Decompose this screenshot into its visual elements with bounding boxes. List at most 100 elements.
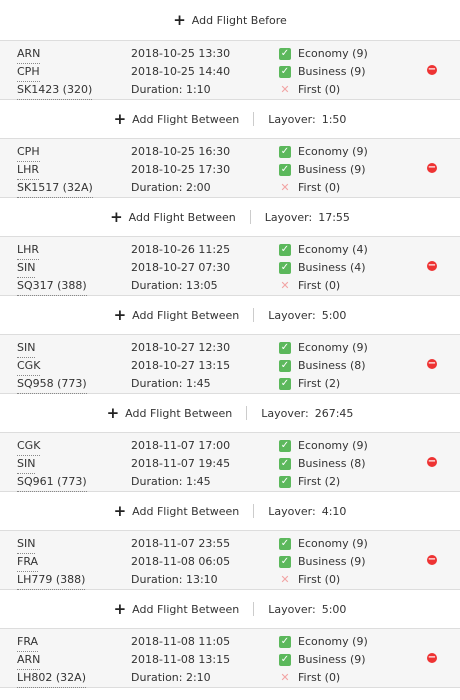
flight-number[interactable]: SQ317 (388)	[17, 277, 87, 296]
origin-airport-code[interactable]: CGK	[17, 437, 41, 456]
layover-value: 1:50	[321, 112, 347, 126]
layover-prefix: Layover:	[261, 406, 309, 420]
class-label: Business (9)	[298, 163, 366, 176]
flight-number[interactable]: LH779 (388)	[17, 571, 86, 590]
segment-row-flight: SQ958 (773) Duration: 1:45 ✓ First (2)	[0, 375, 460, 394]
origin-airport-code[interactable]: LHR	[17, 241, 40, 260]
flight-number[interactable]: LH802 (32A)	[17, 669, 86, 688]
class-business: ✓ Business (4)	[279, 259, 366, 277]
class-label: Economy (9)	[298, 341, 368, 354]
plus-icon: +	[106, 403, 120, 422]
destination-airport-code[interactable]: CPH	[17, 63, 40, 82]
add-flight-before-button[interactable]: + Add Flight Before	[0, 0, 460, 40]
class-economy: ✓ Economy (9)	[279, 633, 368, 651]
add-flight-between-button[interactable]: + Add Flight Between	[114, 503, 240, 519]
remove-segment-button[interactable]: −	[427, 653, 437, 663]
class-label: Economy (9)	[298, 47, 368, 60]
check-icon: ✓	[279, 476, 291, 488]
class-first: ✕ First (0)	[279, 81, 340, 99]
departure-time: 2018-11-07 23:55	[131, 537, 231, 550]
class-first: ✕ First (0)	[279, 669, 340, 687]
class-label: Business (9)	[298, 653, 366, 666]
class-economy: ✓ Economy (9)	[279, 535, 368, 553]
class-label: Business (9)	[298, 65, 366, 78]
cross-icon: ✕	[280, 279, 290, 292]
class-business: ✓ Business (8)	[279, 357, 366, 375]
plus-icon: +	[113, 305, 127, 324]
class-economy: ✓ Economy (4)	[279, 241, 368, 259]
add-flight-between-button[interactable]: + Add Flight Between	[106, 403, 233, 422]
check-icon: ✓	[279, 440, 291, 452]
divider	[253, 602, 255, 616]
remove-segment-button[interactable]: −	[427, 457, 437, 467]
class-label: First (0)	[298, 181, 341, 194]
remove-segment-button[interactable]: −	[427, 261, 437, 271]
origin-airport-code[interactable]: CPH	[17, 143, 40, 162]
check-icon: ✓	[279, 262, 291, 274]
segment-list: ARN 2018-10-25 13:30 ✓ Economy (9) CPH 2…	[0, 40, 460, 688]
origin-airport-code[interactable]: SIN	[17, 339, 36, 358]
destination-airport-code[interactable]: CGK	[17, 357, 41, 376]
segment-row-flight: SK1517 (32A) Duration: 2:00 ✕ First (0)	[0, 179, 460, 198]
arrival-time: 2018-10-25 14:40	[131, 65, 231, 78]
arrival-time: 2018-10-25 17:30	[131, 163, 231, 176]
plus-icon: +	[110, 207, 123, 226]
segment-row-flight: SQ961 (773) Duration: 1:45 ✓ First (2)	[0, 473, 460, 492]
departure-time: 2018-10-27 12:30	[131, 341, 231, 354]
duration: Duration: 13:05	[131, 279, 218, 292]
class-first: ✓ First (2)	[279, 375, 340, 393]
flight-number[interactable]: SQ958 (773)	[17, 375, 87, 394]
class-first: ✕ First (0)	[279, 571, 340, 589]
flight-number[interactable]: SK1423 (320)	[17, 81, 93, 100]
cross-icon: ✕	[280, 671, 290, 684]
between-row: + Add Flight Between Layover: 5:00	[0, 296, 460, 334]
between-row: + Add Flight Between Layover: 5:00	[0, 590, 460, 628]
class-economy: ✓ Economy (9)	[279, 143, 368, 161]
layover-prefix: Layover:	[268, 602, 316, 616]
destination-airport-code[interactable]: ARN	[17, 651, 41, 670]
origin-airport-code[interactable]: ARN	[17, 45, 41, 64]
cross-icon: ✕	[280, 83, 290, 96]
layover-value: 267:45	[314, 406, 354, 420]
flight-number[interactable]: SK1517 (32A)	[17, 179, 93, 198]
destination-airport-code[interactable]: FRA	[17, 553, 39, 572]
departure-time: 2018-10-26 11:25	[131, 243, 231, 256]
flight-segment: CPH 2018-10-25 16:30 ✓ Economy (9) LHR 2…	[0, 138, 460, 198]
divider	[253, 308, 255, 322]
remove-segment-button[interactable]: −	[427, 555, 437, 565]
remove-segment-button[interactable]: −	[427, 359, 437, 369]
duration: Duration: 13:10	[131, 573, 218, 586]
duration: Duration: 1:10	[131, 83, 211, 96]
layover-value: 5:00	[321, 602, 347, 616]
class-label: Economy (9)	[298, 635, 368, 648]
flight-segment: SIN 2018-10-27 12:30 ✓ Economy (9) CGK 2…	[0, 334, 460, 394]
departure-time: 2018-10-25 16:30	[131, 145, 231, 158]
plus-icon: +	[113, 599, 127, 618]
arrival-time: 2018-11-08 06:05	[131, 555, 231, 568]
check-icon: ✓	[279, 654, 291, 666]
plus-icon: +	[173, 10, 186, 29]
class-label: First (0)	[298, 573, 341, 586]
segment-row-flight: LH802 (32A) Duration: 2:10 ✕ First (0)	[0, 669, 460, 688]
layover-value: 4:10	[321, 504, 347, 518]
duration: Duration: 2:00	[131, 181, 211, 194]
add-flight-between-button[interactable]: + Add Flight Between	[113, 305, 240, 324]
remove-segment-button[interactable]: −	[427, 163, 437, 173]
add-flight-between-button[interactable]: + Add Flight Between	[114, 111, 240, 127]
remove-segment-button[interactable]: −	[427, 65, 437, 75]
check-icon: ✓	[279, 66, 291, 78]
add-flight-between-button[interactable]: + Add Flight Between	[110, 207, 236, 226]
arrival-time: 2018-10-27 13:15	[131, 359, 231, 372]
destination-airport-code[interactable]: SIN	[17, 455, 36, 474]
add-flight-between-button[interactable]: + Add Flight Between	[113, 599, 240, 618]
origin-airport-code[interactable]: SIN	[17, 535, 36, 554]
class-first: ✓ First (2)	[279, 473, 340, 491]
class-first: ✕ First (0)	[279, 179, 340, 197]
flight-number[interactable]: SQ961 (773)	[17, 473, 87, 492]
class-label: Economy (9)	[298, 145, 368, 158]
destination-airport-code[interactable]: LHR	[17, 161, 40, 180]
class-label: Economy (9)	[298, 439, 368, 452]
origin-airport-code[interactable]: FRA	[17, 633, 39, 652]
class-label: First (0)	[298, 83, 341, 96]
destination-airport-code[interactable]: SIN	[17, 259, 36, 278]
